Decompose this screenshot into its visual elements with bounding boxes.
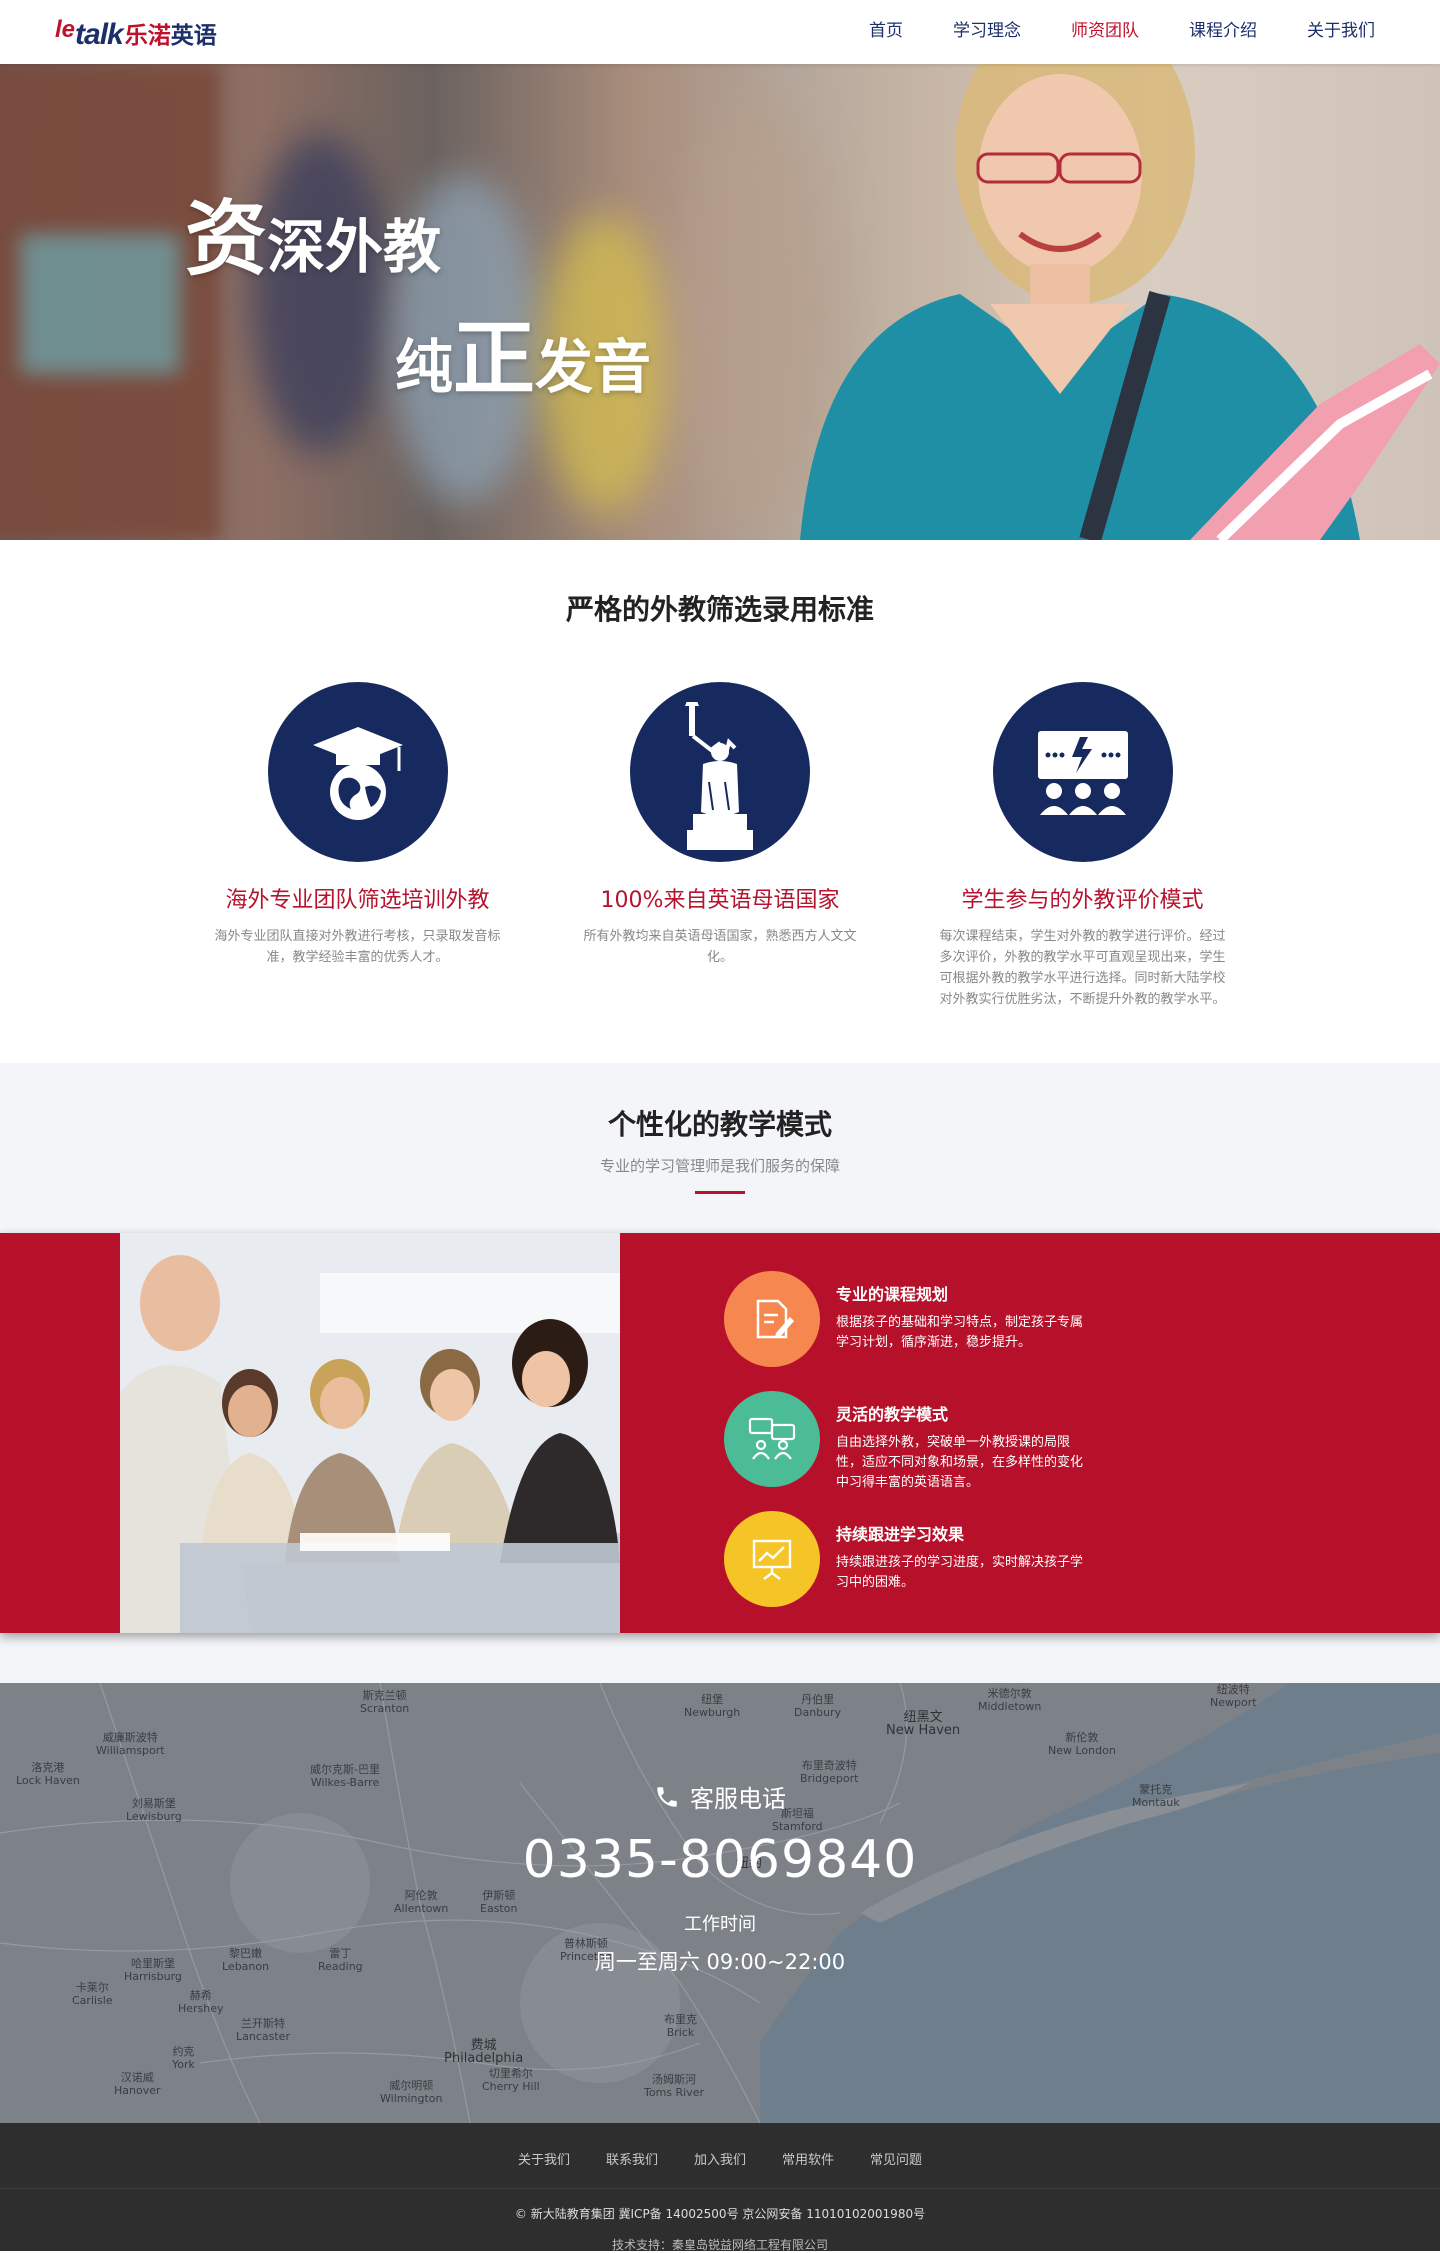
map-label: 切里希尔 Cherry Hill — [482, 2067, 540, 2093]
main-nav: 首页 学习理念 师资团队 课程介绍 关于我们 — [844, 0, 1400, 64]
map-label: 约克 York — [172, 2045, 195, 2071]
hotline-number[interactable]: 0335-8069840 — [0, 1830, 1440, 1890]
hero-teacher-illustration — [800, 64, 1440, 540]
standard-title: 100%来自英语母语国家 — [600, 888, 840, 913]
map-label: 纽黑文 New Haven — [886, 1710, 961, 1738]
chat-people-icon — [724, 1391, 820, 1487]
hero-banner: 资深外教 纯正发音 — [0, 64, 1440, 540]
site-footer: 关于我们 联系我们 加入我们 常用软件 常见问题 © 新大陆教育集团 冀ICP备… — [0, 2123, 1440, 2252]
footer-tech-support: 技术支持：秦皇岛锐益网络工程有限公司 — [611, 2238, 828, 2252]
teaching-point-title: 持续跟进学习效果 — [836, 1525, 965, 1544]
standard-desc: 每次课程结束，学生对外教的教学进行评价。经过多次评价，外教的教学水平可直观呈现出… — [939, 929, 1226, 1007]
logo-english-cn: 英语 — [170, 23, 217, 49]
standards-list: 海外专业团队筛选培训外教 海外专业团队直接对外教进行考核，只录取发音标准，教学经… — [205, 682, 1235, 1010]
map-label: 米德尔敦 Middletown — [978, 1687, 1042, 1713]
nav-teachers[interactable]: 师资团队 — [1046, 0, 1164, 64]
teaching-point-desc: 根据孩子的基础和学习特点，制定孩子专属学习计划，循序渐进，稳步提升。 — [836, 1315, 1084, 1350]
footer-link-faq[interactable]: 常见问题 — [870, 2149, 922, 2168]
map-label: 兰开斯特 Lancaster — [236, 2017, 290, 2043]
logo-brand-cn: 乐渃 — [124, 23, 171, 49]
hotline-label: 客服电话 — [654, 1779, 786, 1814]
chart-board-icon — [724, 1511, 820, 1607]
teaching-point-desc: 持续跟进孩子的学习进度，实时解决孩子学习中的困难。 — [836, 1555, 1084, 1590]
standard-title: 学生参与的外教评价模式 — [961, 888, 1204, 913]
map-label: 纽堡 Newburgh — [684, 1693, 741, 1719]
footer-link-software[interactable]: 常用软件 — [782, 2149, 834, 2168]
standard-item: 学生参与的外教评价模式 每次课程结束，学生对外教的教学进行评价。经过多次评价，外… — [930, 682, 1235, 1010]
hero-slogan-line1: 资深外教 — [185, 192, 442, 287]
teaching-points: 专业的课程规划 根据孩子的基础和学习特点，制定孩子专属学习计划，循序渐进，稳步提… — [724, 1271, 1084, 1631]
nav-courses[interactable]: 课程介绍 — [1164, 0, 1282, 64]
map-label: 新伦敦 New London — [1048, 1731, 1116, 1757]
hours-label: 工作时间 — [684, 1914, 756, 1935]
map-label: 费城 Philadelphia — [444, 2038, 524, 2066]
teaching-point-desc: 自由选择外教，突破单一外教授课的局限性，适应不同对象和场景，在多样性的变化中习得… — [836, 1435, 1084, 1490]
logo-le: le — [55, 16, 76, 43]
graduation-globe-icon — [267, 682, 448, 862]
footer-divider — [0, 2188, 1440, 2189]
site-header: le talk 乐渃 英语 首页 学习理念 师资团队 课程介绍 关于我们 — [0, 0, 1440, 64]
teaching-point-title: 专业的课程规划 — [836, 1285, 949, 1304]
section-spacer — [0, 1633, 1440, 1683]
footer-links: 关于我们 联系我们 加入我们 常用软件 常见问题 — [0, 2123, 1440, 2168]
standard-title: 海外专业团队筛选培训外教 — [225, 888, 490, 913]
document-edit-icon — [724, 1271, 820, 1367]
map-label: 汤姆斯河 Toms River — [644, 2073, 705, 2099]
footer-link-about[interactable]: 关于我们 — [518, 2149, 570, 2168]
nav-philosophy[interactable]: 学习理念 — [928, 0, 1046, 64]
teaching-point: 专业的课程规划 根据孩子的基础和学习特点，制定孩子专属学习计划，循序渐进，稳步提… — [724, 1271, 1084, 1391]
title-underline — [695, 1191, 745, 1194]
map-label: 汉诺威 Hanover — [114, 2071, 161, 2097]
statue-of-liberty-icon — [630, 682, 810, 862]
footer-link-join[interactable]: 加入我们 — [694, 2149, 746, 2168]
hours-value: 周一至周六 09:00~22:00 — [594, 1950, 846, 1974]
teaching-mode-subtitle: 专业的学习管理师是我们服务的保障 — [599, 1157, 840, 1175]
map-label: 威廉斯波特 Williamsport — [96, 1731, 165, 1757]
standard-item: 海外专业团队筛选培训外教 海外专业团队直接对外教进行考核，只录取发音标准，教学经… — [205, 682, 510, 1010]
nav-about[interactable]: 关于我们 — [1282, 0, 1400, 64]
teaching-mode-header: 个性化的教学模式 专业的学习管理师是我们服务的保障 — [0, 1063, 1440, 1233]
map-label: 丹伯里 Danbury — [794, 1693, 842, 1719]
phone-icon — [657, 1786, 677, 1807]
standard-desc: 海外专业团队直接对外教进行考核，只录取发音标准，教学经验丰富的优秀人才。 — [214, 929, 501, 965]
teaching-mode-title: 个性化的教学模式 — [607, 1108, 832, 1141]
nav-home[interactable]: 首页 — [844, 0, 928, 64]
map-label: 赫希 Hershey — [178, 1989, 224, 2015]
logo-talk: talk — [75, 18, 124, 51]
footer-link-contact[interactable]: 联系我们 — [606, 2149, 658, 2168]
teaching-mode-band: 专业的课程规划 根据孩子的基础和学习特点，制定孩子专属学习计划，循序渐进，稳步提… — [0, 1233, 1440, 1633]
map-label: 纽波特 Newport — [1210, 1683, 1257, 1709]
contact-block: 客服电话 0335-8069840 工作时间 周一至周六 09:00~22:00 — [0, 1779, 1440, 1976]
hero-slogan-line2: 纯正发音 — [395, 312, 652, 407]
classroom-presentation-icon — [992, 682, 1173, 862]
teaching-point-title: 灵活的教学模式 — [836, 1405, 949, 1424]
map-label: 威尔明顿 Wilmington — [380, 2079, 443, 2105]
teaching-point: 灵活的教学模式 自由选择外教，突破单一外教授课的局限性，适应不同对象和场景，在多… — [724, 1391, 1084, 1511]
meeting-photo — [120, 1233, 620, 1633]
teaching-mode-section: 个性化的教学模式 专业的学习管理师是我们服务的保障 专业的课程规划 根据孩子的基… — [0, 1063, 1440, 1633]
logo[interactable]: le talk 乐渃 英语 — [55, 10, 217, 50]
map-label: 斯克兰顿 Scranton — [360, 1689, 410, 1715]
teaching-point: 持续跟进学习效果 持续跟进孩子的学习进度，实时解决孩子学习中的困难。 — [724, 1511, 1084, 1631]
footer-copyright: © 新大陆教育集团 冀ICP备 14002500号 京公网安备 11010102… — [514, 2207, 926, 2221]
standards-title: 严格的外教筛选录用标准 — [565, 593, 874, 626]
map-label: 布里克 Brick — [664, 2013, 697, 2039]
standard-item: 100%来自英语母语国家 所有外教均来自英语母语国家，熟悉西方人文文化。 — [568, 682, 873, 1010]
map-label: 卡莱尔 Carlisle — [72, 1981, 113, 2007]
standard-desc: 所有外教均来自英语母语国家，熟悉西方人文文化。 — [583, 929, 857, 965]
contact-map-section: 斯克兰顿 Scranton 威廉斯波特 Williamsport 洛克港 Lock H… — [0, 1683, 1440, 2123]
teacher-standards-section: 严格的外教筛选录用标准 海外专业团队筛选培训外教 海外专业团队直接对外教进行考核… — [0, 540, 1440, 1063]
